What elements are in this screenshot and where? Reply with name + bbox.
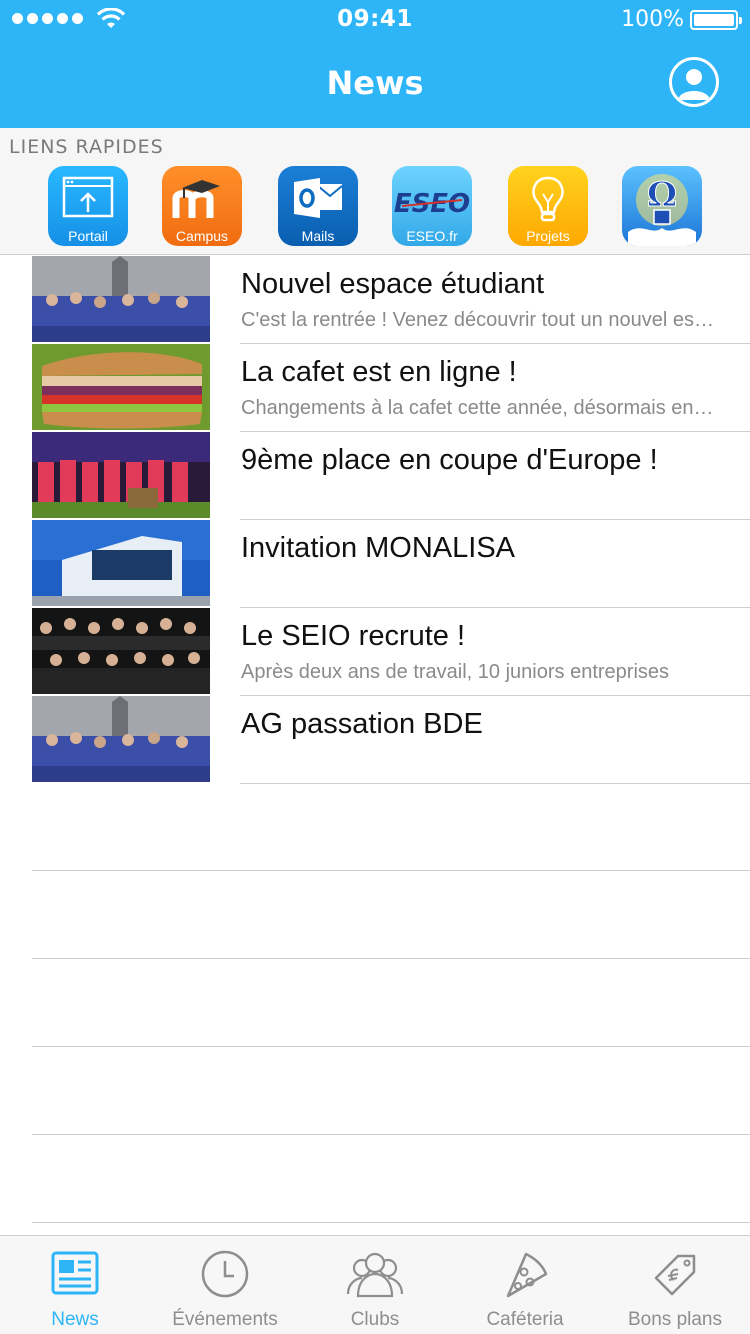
tab-label: Bons plans [627,1309,722,1330]
tab-news[interactable]: News [0,1236,150,1334]
page-title: News [326,64,424,102]
news-thumbnail [32,344,210,430]
tab-label: Clubs [350,1309,400,1330]
battery-percentage: 100% [621,7,684,32]
news-title: Le SEIO recrute ! [241,620,466,652]
newspaper-icon [51,1251,99,1295]
news-thumbnail [32,608,210,694]
news-subtitle: C'est la rentrée ! Venez découvrir tout … [241,309,719,331]
bde-logo-icon: Ω [628,174,696,246]
tab-label: News [51,1309,99,1330]
quick-link-bde[interactable]: Ω [622,166,702,246]
profile-button[interactable] [669,57,719,107]
empty-row-divider [32,1134,750,1135]
quick-link-label: Projets [526,228,570,244]
pizza-icon [506,1252,548,1298]
news-title: 9ème place en coupe d'Europe ! [241,444,658,476]
empty-row-divider [32,1046,750,1047]
news-thumbnail [32,256,210,342]
tab-bar: News Événements Clubs Caféteria Bons pla… [0,1235,750,1334]
news-item[interactable]: AG passation BDE [0,696,750,784]
tab-clubs[interactable]: Clubs [300,1236,450,1334]
status-bar: 09:41 100% [0,0,750,40]
news-subtitle: Après deux ans de travail, 10 juniors en… [241,661,670,683]
battery-icon [690,10,742,30]
tab-label: Caféteria [486,1309,564,1330]
news-title: La cafet est en ligne ! [241,356,517,388]
news-title: Nouvel espace étudiant [241,268,545,300]
news-item[interactable]: 9ème place en coupe d'Europe ! [0,432,750,520]
news-thumbnail [32,520,210,606]
news-item[interactable]: Le SEIO recrute ! Après deux ans de trav… [0,608,750,696]
tab-evenements[interactable]: Événements [150,1236,300,1334]
quick-link-label: Mails [301,228,335,244]
people-icon [346,1252,404,1298]
quick-link-label: Portail [68,228,108,244]
row-divider [240,783,750,784]
news-title: AG passation BDE [241,708,483,740]
news-thumbnail [32,696,210,782]
navigation-header: 09:41 100% News [0,0,750,128]
tab-label: Événements [172,1309,278,1330]
quick-links-section: LIENS RAPIDES Portail Campus Mails ESEO [0,128,750,255]
news-title: Invitation MONALISA [241,532,515,564]
clock-icon [201,1250,249,1298]
news-item[interactable]: Nouvel espace étudiant C'est la rentrée … [0,256,750,344]
empty-row-divider [32,958,750,959]
tab-bons-plans[interactable]: Bons plans [600,1236,750,1334]
svg-text:Ω: Ω [647,175,677,215]
news-subtitle: Changements à la cafet cette année, déso… [241,397,719,419]
quick-link-label: ESEO.fr [406,228,458,244]
tab-cafeteria[interactable]: Caféteria [450,1236,600,1334]
user-avatar-icon [672,60,716,104]
quick-link-campus[interactable]: Campus [162,166,242,246]
quick-link-label: Campus [175,228,229,244]
quick-link-portail[interactable]: Portail [48,166,128,246]
news-item[interactable]: Invitation MONALISA [0,520,750,608]
empty-row-divider [32,870,750,871]
news-thumbnail [32,432,210,518]
quick-links-title: LIENS RAPIDES [9,136,164,158]
quick-link-projets[interactable]: Projets [508,166,588,246]
news-item[interactable]: La cafet est en ligne ! Changements à la… [0,344,750,432]
quick-link-mails[interactable]: Mails [278,166,358,246]
quick-link-eseo[interactable]: ESEO ESEO.fr [392,166,472,246]
empty-row-divider [32,1222,750,1223]
tag-icon [654,1254,696,1296]
